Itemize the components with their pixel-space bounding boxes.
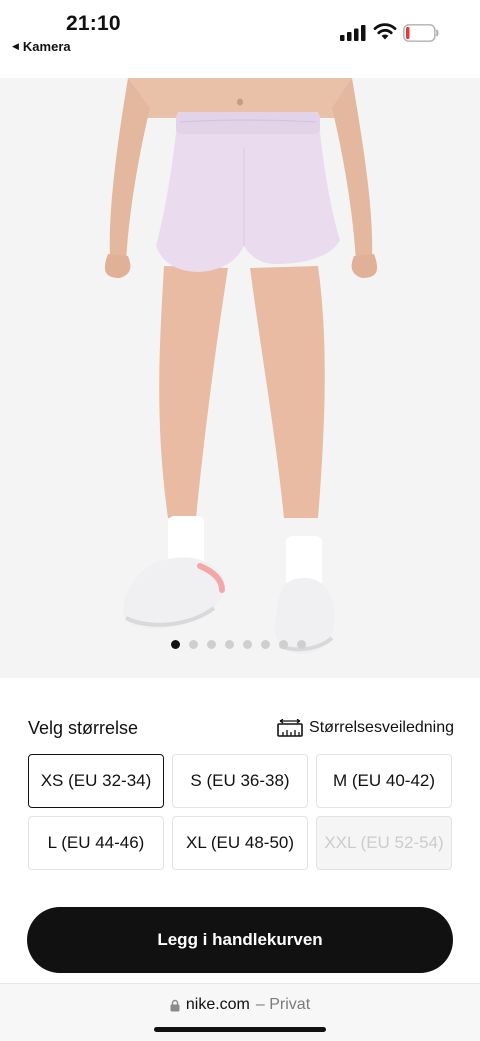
- back-app-label: Kamera: [22, 39, 71, 54]
- carousel-dot[interactable]: [224, 640, 234, 649]
- size-guide-label: Størrelsesveiledning: [309, 719, 454, 736]
- private-mode-label: – Privat: [255, 996, 311, 1013]
- browser-url-bar[interactable]: nike.com – Privat: [0, 983, 480, 1041]
- carousel-dot[interactable]: [170, 640, 180, 649]
- wifi-icon: [373, 23, 397, 40]
- carousel-dot[interactable]: [188, 640, 198, 649]
- size-section-title: Velg størrelse: [28, 717, 139, 738]
- lock-icon: [170, 999, 180, 1011]
- size-option-xxl: XXL (EU 52-54): [316, 816, 452, 870]
- signal-icon: [340, 25, 366, 41]
- size-option-s[interactable]: S (EU 36-38): [172, 754, 308, 808]
- carousel-dot[interactable]: [242, 640, 252, 649]
- home-indicator[interactable]: [154, 1027, 326, 1032]
- carousel-dot[interactable]: [206, 640, 216, 649]
- size-option-m[interactable]: M (EU 40-42): [316, 754, 452, 808]
- back-to-app-link[interactable]: ◀ Kamera: [12, 39, 71, 54]
- size-guide-link[interactable]: Størrelsesveiledning: [277, 719, 454, 737]
- product-photo: [0, 78, 480, 678]
- size-header: Velg størrelse Størrelsesveiledning: [28, 716, 454, 740]
- carousel-dot[interactable]: [260, 640, 270, 649]
- carousel-dot[interactable]: [296, 640, 306, 649]
- status-bar: 21:10 ◀ Kamera: [0, 0, 480, 78]
- url-domain: nike.com: [185, 996, 250, 1013]
- size-option-xs[interactable]: XS (EU 32-34): [28, 754, 164, 808]
- back-triangle-icon: ◀: [12, 41, 19, 51]
- battery-icon: [403, 24, 439, 42]
- size-options-grid: XS (EU 32-34) S (EU 36-38) M (EU 40-42) …: [28, 754, 453, 870]
- product-image-carousel[interactable]: [0, 78, 480, 678]
- size-option-xl[interactable]: XL (EU 48-50): [172, 816, 308, 870]
- size-option-l[interactable]: L (EU 44-46): [28, 816, 164, 870]
- ruler-icon: [277, 719, 303, 737]
- add-to-cart-button[interactable]: Legg i handlekurven: [27, 907, 453, 973]
- carousel-dot[interactable]: [278, 640, 288, 649]
- status-time: 21:10: [66, 12, 121, 35]
- url-display[interactable]: nike.com – Privat: [0, 996, 480, 1014]
- carousel-pagination: [0, 640, 480, 649]
